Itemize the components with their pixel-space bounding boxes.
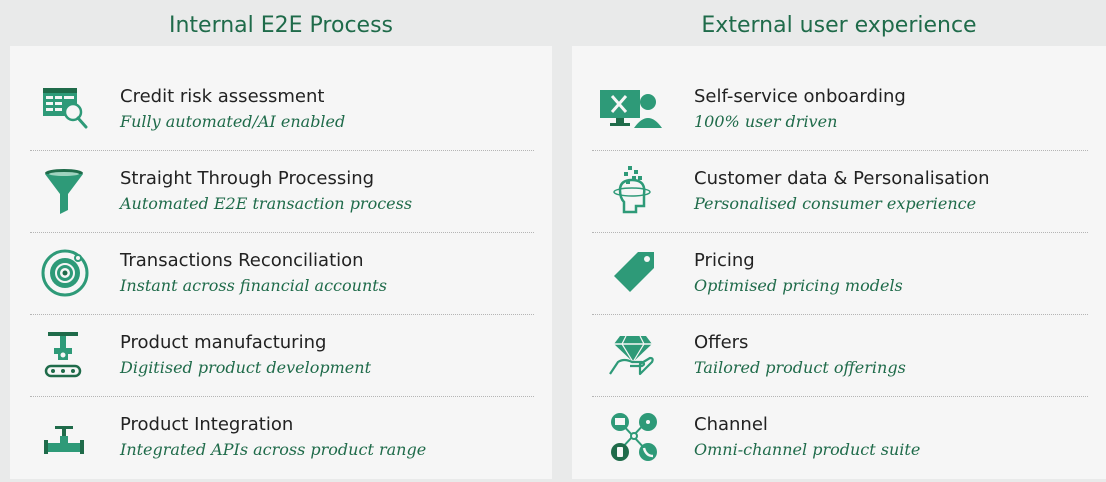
pipe-valve-icon — [40, 410, 94, 464]
divider — [592, 396, 1088, 397]
item-title: Pricing — [694, 250, 755, 271]
item-title: Self-service onboarding — [694, 86, 906, 107]
item-subtitle: Fully automated/AI enabled — [120, 112, 346, 131]
document-magnifier-icon — [40, 82, 94, 136]
funnel-icon — [40, 164, 94, 218]
right-column-heading: External user experience — [701, 13, 977, 38]
list-item-manufacturing: Product manufacturing Digitised product … — [10, 320, 552, 400]
divider — [30, 396, 534, 397]
monitor-user-tools-icon — [598, 82, 664, 136]
right-panel: Self-service onboarding 100% user driven… — [572, 46, 1106, 479]
item-subtitle: Tailored product offerings — [694, 358, 906, 377]
item-subtitle: Omni-channel product suite — [694, 440, 921, 459]
list-item-reconciliation: Transactions Reconciliation Instant acro… — [10, 238, 552, 318]
item-title: Product Integration — [120, 414, 294, 435]
divider — [592, 150, 1088, 151]
item-subtitle: Digitised product development — [120, 358, 371, 377]
list-item-offers: Offers Tailored product offerings — [572, 320, 1106, 400]
list-item-channel: Channel Omni-channel product suite — [572, 402, 1106, 482]
price-tag-icon — [608, 246, 662, 300]
list-item-credit-risk: Credit risk assessment Fully automated/A… — [10, 74, 552, 154]
hand-gem-icon — [606, 328, 660, 382]
divider — [30, 150, 534, 151]
item-title: Credit risk assessment — [120, 86, 325, 107]
item-subtitle: Optimised pricing models — [694, 276, 903, 295]
divider — [592, 232, 1088, 233]
item-subtitle: Personalised consumer experience — [694, 194, 977, 213]
target-circle-icon — [40, 246, 94, 300]
item-title: Straight Through Processing — [120, 168, 375, 189]
left-column-heading: Internal E2E Process — [168, 13, 394, 38]
head-data-icon — [608, 164, 662, 218]
list-item-stp: Straight Through Processing Automated E2… — [10, 156, 552, 236]
item-subtitle: 100% user driven — [694, 112, 838, 131]
item-title: Channel — [694, 414, 768, 435]
item-subtitle: Instant across financial accounts — [120, 276, 387, 295]
list-item-onboarding: Self-service onboarding 100% user driven — [572, 74, 1106, 154]
divider — [592, 314, 1088, 315]
list-item-pricing: Pricing Optimised pricing models — [572, 238, 1106, 318]
item-title: Product manufacturing — [120, 332, 327, 353]
item-subtitle: Automated E2E transaction process — [120, 194, 413, 213]
item-subtitle: Integrated APIs across product range — [120, 440, 427, 459]
item-title: Transactions Reconciliation — [120, 250, 364, 271]
robot-arm-conveyor-icon — [40, 328, 94, 382]
divider — [30, 232, 534, 233]
item-title: Offers — [694, 332, 749, 353]
list-item-personalisation: Customer data & Personalisation Personal… — [572, 156, 1106, 236]
list-item-integration: Product Integration Integrated APIs acro… — [10, 402, 552, 482]
item-title: Customer data & Personalisation — [694, 168, 990, 189]
left-panel: Credit risk assessment Fully automated/A… — [10, 46, 552, 479]
channel-network-icon — [608, 410, 662, 464]
divider — [30, 314, 534, 315]
